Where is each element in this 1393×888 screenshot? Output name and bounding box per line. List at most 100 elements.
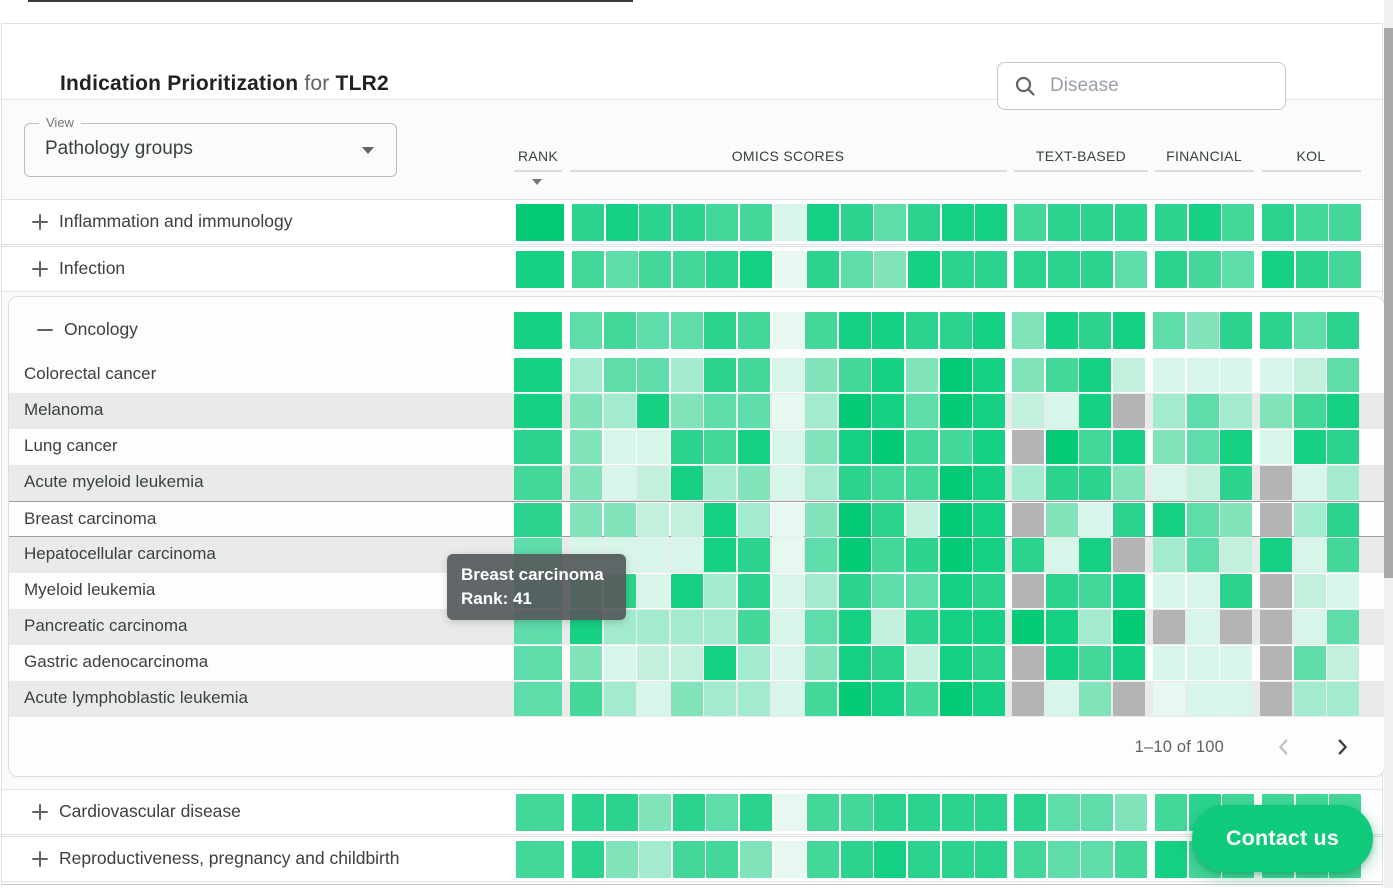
heatmap-cell[interactable] xyxy=(1260,358,1292,392)
heatmap-cell[interactable] xyxy=(570,646,602,680)
heatmap-cell[interactable] xyxy=(839,394,871,428)
heatmap-cell[interactable] xyxy=(673,204,705,241)
heatmap-cell[interactable] xyxy=(1327,394,1359,428)
heatmap-cell[interactable] xyxy=(516,841,564,878)
heatmap-cell[interactable] xyxy=(639,204,671,241)
heatmap-cell[interactable] xyxy=(1153,312,1185,349)
heatmap-cell[interactable] xyxy=(805,538,837,572)
heatmap-cell[interactable] xyxy=(805,503,837,537)
heatmap-cell[interactable] xyxy=(906,466,938,500)
heatmap-cell[interactable] xyxy=(1153,503,1185,537)
heatmap-cell[interactable] xyxy=(1260,466,1292,500)
heatmap-cell[interactable] xyxy=(706,251,738,288)
heatmap-cell[interactable] xyxy=(1222,251,1254,288)
heatmap-cell[interactable] xyxy=(604,646,636,680)
heatmap-cell[interactable] xyxy=(637,574,669,608)
heatmap-cell[interactable] xyxy=(1327,538,1359,572)
indication-row[interactable]: Lung cancer xyxy=(9,429,1384,465)
heatmap-cell[interactable] xyxy=(1012,610,1044,644)
heatmap-cell[interactable] xyxy=(706,794,738,831)
heatmap-cell[interactable] xyxy=(841,251,873,288)
expand-plus-icon[interactable] xyxy=(32,261,48,277)
heatmap-cell[interactable] xyxy=(738,574,770,608)
heatmap-cell[interactable] xyxy=(570,503,602,537)
heatmap-cell[interactable] xyxy=(738,646,770,680)
heatmap-cell[interactable] xyxy=(906,682,938,716)
heatmap-cell[interactable] xyxy=(807,841,839,878)
heatmap-cell[interactable] xyxy=(772,610,804,644)
heatmap-cell[interactable] xyxy=(872,394,904,428)
heatmap-cell[interactable] xyxy=(671,503,703,537)
heatmap-cell[interactable] xyxy=(1113,646,1145,680)
heatmap-cell[interactable] xyxy=(807,794,839,831)
heatmap-cell[interactable] xyxy=(570,466,602,500)
heatmap-cell[interactable] xyxy=(841,204,873,241)
heatmap-cell[interactable] xyxy=(1046,610,1078,644)
heatmap-cell[interactable] xyxy=(805,646,837,680)
heatmap-cell[interactable] xyxy=(874,841,906,878)
heatmap-cell[interactable] xyxy=(738,312,770,349)
heatmap-cell[interactable] xyxy=(704,538,736,572)
heatmap-cell[interactable] xyxy=(940,538,972,572)
heatmap-cell[interactable] xyxy=(1187,430,1219,464)
heatmap-cell[interactable] xyxy=(975,794,1007,831)
heatmap-cell[interactable] xyxy=(1079,466,1111,500)
heatmap-cell[interactable] xyxy=(940,466,972,500)
heatmap-cell[interactable] xyxy=(671,682,703,716)
column-header-omics[interactable]: OMICS SCORES xyxy=(732,148,845,164)
heatmap-cell[interactable] xyxy=(1294,312,1326,349)
heatmap-cell[interactable] xyxy=(1294,682,1326,716)
pagination-prev-button[interactable] xyxy=(1272,735,1296,759)
heatmap-cell[interactable] xyxy=(639,251,671,288)
heatmap-cell[interactable] xyxy=(940,574,972,608)
heatmap-cell[interactable] xyxy=(973,394,1005,428)
heatmap-cell[interactable] xyxy=(1155,204,1187,241)
heatmap-cell[interactable] xyxy=(516,251,564,288)
heatmap-cell[interactable] xyxy=(572,794,604,831)
heatmap-cell[interactable] xyxy=(738,538,770,572)
heatmap-cell[interactable] xyxy=(975,204,1007,241)
heatmap-cell[interactable] xyxy=(1187,312,1219,349)
heatmap-cell[interactable] xyxy=(805,574,837,608)
heatmap-cell[interactable] xyxy=(1294,430,1326,464)
heatmap-cell[interactable] xyxy=(872,574,904,608)
heatmap-cell[interactable] xyxy=(637,538,669,572)
heatmap-cell[interactable] xyxy=(671,466,703,500)
heatmap-cell[interactable] xyxy=(1153,574,1185,608)
column-header-rank[interactable]: RANK xyxy=(518,148,558,164)
heatmap-cell[interactable] xyxy=(514,394,562,428)
heatmap-cell[interactable] xyxy=(839,430,871,464)
heatmap-cell[interactable] xyxy=(872,646,904,680)
heatmap-cell[interactable] xyxy=(1153,538,1185,572)
indication-row[interactable]: Hepatocellular carcinoma xyxy=(9,537,1384,573)
heatmap-cell[interactable] xyxy=(975,251,1007,288)
heatmap-cell[interactable] xyxy=(570,430,602,464)
heatmap-cell[interactable] xyxy=(1081,841,1113,878)
heatmap-cell[interactable] xyxy=(807,204,839,241)
heatmap-cell[interactable] xyxy=(1189,251,1221,288)
heatmap-cell[interactable] xyxy=(872,466,904,500)
heatmap-cell[interactable] xyxy=(1153,466,1185,500)
heatmap-cell[interactable] xyxy=(740,204,772,241)
heatmap-cell[interactable] xyxy=(1153,430,1185,464)
heatmap-cell[interactable] xyxy=(805,466,837,500)
heatmap-cell[interactable] xyxy=(1260,312,1292,349)
heatmap-cell[interactable] xyxy=(1046,503,1078,537)
heatmap-cell[interactable] xyxy=(1113,503,1145,537)
heatmap-cell[interactable] xyxy=(1014,794,1046,831)
heatmap-cell[interactable] xyxy=(973,574,1005,608)
heatmap-cell[interactable] xyxy=(604,682,636,716)
heatmap-cell[interactable] xyxy=(637,503,669,537)
heatmap-cell[interactable] xyxy=(704,466,736,500)
heatmap-cell[interactable] xyxy=(1222,204,1254,241)
heatmap-cell[interactable] xyxy=(940,312,972,349)
heatmap-cell[interactable] xyxy=(874,204,906,241)
heatmap-cell[interactable] xyxy=(514,358,562,392)
heatmap-cell[interactable] xyxy=(1260,430,1292,464)
heatmap-cell[interactable] xyxy=(1294,610,1326,644)
heatmap-cell[interactable] xyxy=(1012,394,1044,428)
heatmap-cell[interactable] xyxy=(772,682,804,716)
heatmap-cell[interactable] xyxy=(1187,466,1219,500)
heatmap-cell[interactable] xyxy=(1329,251,1361,288)
heatmap-cell[interactable] xyxy=(940,358,972,392)
